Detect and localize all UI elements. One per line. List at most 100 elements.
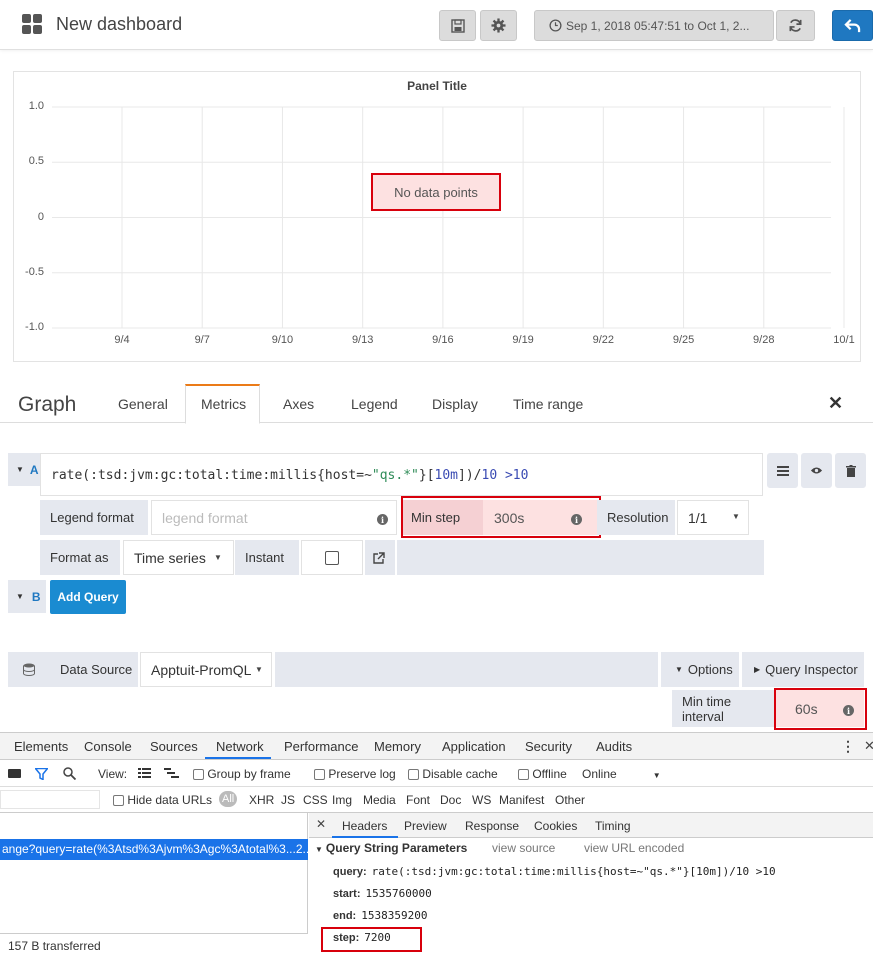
detail-tab-response[interactable]: Response (465, 819, 519, 833)
query-string-section[interactable]: ▼ Query String Parameters (315, 841, 467, 855)
group-by-frame-option[interactable]: Group by frame (193, 767, 291, 781)
x-tick-label: 9/16 (432, 334, 454, 346)
filter-type-img[interactable]: Img (332, 793, 352, 807)
tab-axes[interactable]: Axes (283, 396, 314, 412)
devtools-tab-sources[interactable]: Sources (150, 739, 198, 754)
devtools-tab-console[interactable]: Console (84, 739, 132, 754)
hamburger-icon (776, 465, 789, 476)
instant-checkbox[interactable] (325, 550, 339, 565)
view-source-link[interactable]: view source (492, 841, 555, 855)
close-devtools-icon[interactable]: ✕ (864, 738, 873, 754)
view-url-encoded-link[interactable]: view URL encoded (584, 841, 684, 855)
options-button[interactable]: ▼ Options (661, 652, 739, 687)
x-tick-label: 9/25 (672, 334, 695, 346)
caret-down-icon: ▼ (255, 665, 263, 674)
open-link-button[interactable] (365, 540, 395, 575)
param-key: query: (333, 866, 367, 878)
x-tick-label: 9/22 (592, 334, 615, 346)
filter-icon[interactable] (35, 768, 48, 780)
time-range-picker[interactable]: Sep 1, 2018 05:47:51 to Oct 1, 2... (534, 10, 774, 41)
time-range-text: Sep 1, 2018 05:47:51 to Oct 1, 2... (566, 18, 750, 33)
query-b-letter[interactable]: ▼ B (8, 580, 46, 613)
dashboard-title[interactable]: New dashboard (56, 14, 182, 35)
preserve-log-option[interactable]: Preserve log (314, 767, 396, 781)
close-detail-icon[interactable]: ✕ (316, 817, 326, 831)
detail-tabbar (309, 813, 873, 838)
query-a-letter[interactable]: ▼ A (8, 453, 40, 486)
legend-format-input[interactable]: legend format i (151, 500, 397, 535)
filter-input[interactable] (0, 790, 100, 809)
filter-type-all[interactable]: All (219, 791, 238, 807)
query-inspector-button[interactable]: ▶ Query Inspector (742, 652, 864, 687)
editor-title: Graph (18, 393, 77, 416)
save-button[interactable] (439, 10, 476, 41)
offline-option[interactable]: Offline (518, 767, 567, 781)
devtools-tab-network[interactable]: Network (216, 739, 264, 754)
devtools-tab-security[interactable]: Security (525, 739, 572, 754)
y-tick-label: 0 (37, 210, 44, 223)
tab-time-range[interactable]: Time range (513, 396, 583, 412)
throttle-select[interactable]: Online ▼ (582, 767, 661, 781)
status-bar: 157 B transferred (0, 933, 308, 960)
search-icon[interactable] (63, 767, 76, 780)
devtools-tab-elements[interactable]: Elements (14, 739, 68, 754)
filter-type-other[interactable]: Other (555, 793, 585, 807)
x-tick-label: 10/1 (833, 334, 855, 346)
filter-type-media[interactable]: Media (363, 793, 396, 807)
query-param-row: query: rate(:tsd:jvm:gc:total:time:millis… (333, 865, 776, 878)
tab-metrics[interactable]: Metrics (201, 396, 246, 412)
add-query-button[interactable]: Add Query (50, 580, 126, 614)
filter-type-xhr[interactable]: XHR (249, 793, 274, 807)
step-param-highlight (321, 927, 422, 952)
devtools-tab-audits[interactable]: Audits (596, 739, 632, 754)
toggle-visibility-button[interactable] (801, 453, 832, 488)
resolution-select[interactable]: 1/1 ▼ (677, 500, 749, 535)
detail-tab-preview[interactable]: Preview (404, 819, 447, 833)
filter-type-font[interactable]: Font (406, 793, 430, 807)
record-icon[interactable] (8, 769, 21, 778)
detail-tab-timing[interactable]: Timing (595, 819, 631, 833)
dashboard-grid-icon[interactable] (22, 14, 43, 35)
request-row[interactable]: ange?query=rate(%3Atsd%3Ajvm%3Agc%3Atota… (0, 839, 308, 860)
filter-type-js[interactable]: JS (281, 793, 295, 807)
tab-general[interactable]: General (118, 396, 168, 412)
query-a-expression[interactable]: rate(:tsd:jvm:gc:total:time:millis{host=… (40, 453, 763, 496)
delete-query-button[interactable] (835, 453, 866, 488)
param-value: 1538359200 (361, 909, 428, 922)
gear-icon (491, 18, 506, 33)
list-view-icon[interactable] (138, 768, 151, 778)
y-tick-label: 0.5 (28, 155, 44, 168)
param-key: start: (333, 888, 361, 900)
data-source-select[interactable]: Apptuit-PromQL ▼ (140, 652, 272, 687)
settings-button[interactable] (480, 10, 517, 41)
devtools-panel: Elements Console Sources Network Performance… (0, 732, 873, 960)
filter-type-manifest[interactable]: Manifest (499, 793, 544, 807)
devtools-tab-performance[interactable]: Performance (284, 739, 358, 754)
format-as-label: Format as (40, 540, 120, 575)
x-tick-label: 9/28 (753, 334, 775, 346)
detail-tab-headers[interactable]: Headers (342, 819, 387, 833)
caret-down-icon: ▼ (732, 512, 740, 521)
eye-icon (810, 467, 823, 474)
hide-data-urls-option[interactable]: Hide data URLs (113, 793, 212, 807)
format-as-select[interactable]: Time series ▼ (123, 540, 234, 575)
data-source-label: Data Source (50, 652, 138, 687)
devtools-tab-application[interactable]: Application (442, 739, 506, 754)
back-button[interactable] (832, 10, 873, 41)
tab-legend[interactable]: Legend (351, 396, 398, 412)
clock-icon (549, 19, 562, 32)
filter-type-css[interactable]: CSS (303, 793, 328, 807)
waterfall-view-icon[interactable] (164, 768, 179, 778)
filter-type-ws[interactable]: WS (472, 793, 491, 807)
detail-tab-cookies[interactable]: Cookies (534, 819, 577, 833)
y-tick-label: -0.5 (25, 265, 44, 278)
devtools-tab-memory[interactable]: Memory (374, 739, 421, 754)
info-icon: i (377, 514, 388, 525)
more-vert-icon[interactable]: ⋮ (841, 738, 855, 755)
refresh-button[interactable] (776, 10, 815, 41)
tab-display[interactable]: Display (432, 396, 478, 412)
query-menu-button[interactable] (767, 453, 798, 488)
filter-type-doc[interactable]: Doc (440, 793, 461, 807)
close-editor-icon[interactable]: ✕ (828, 393, 843, 414)
disable-cache-option[interactable]: Disable cache (408, 767, 498, 781)
